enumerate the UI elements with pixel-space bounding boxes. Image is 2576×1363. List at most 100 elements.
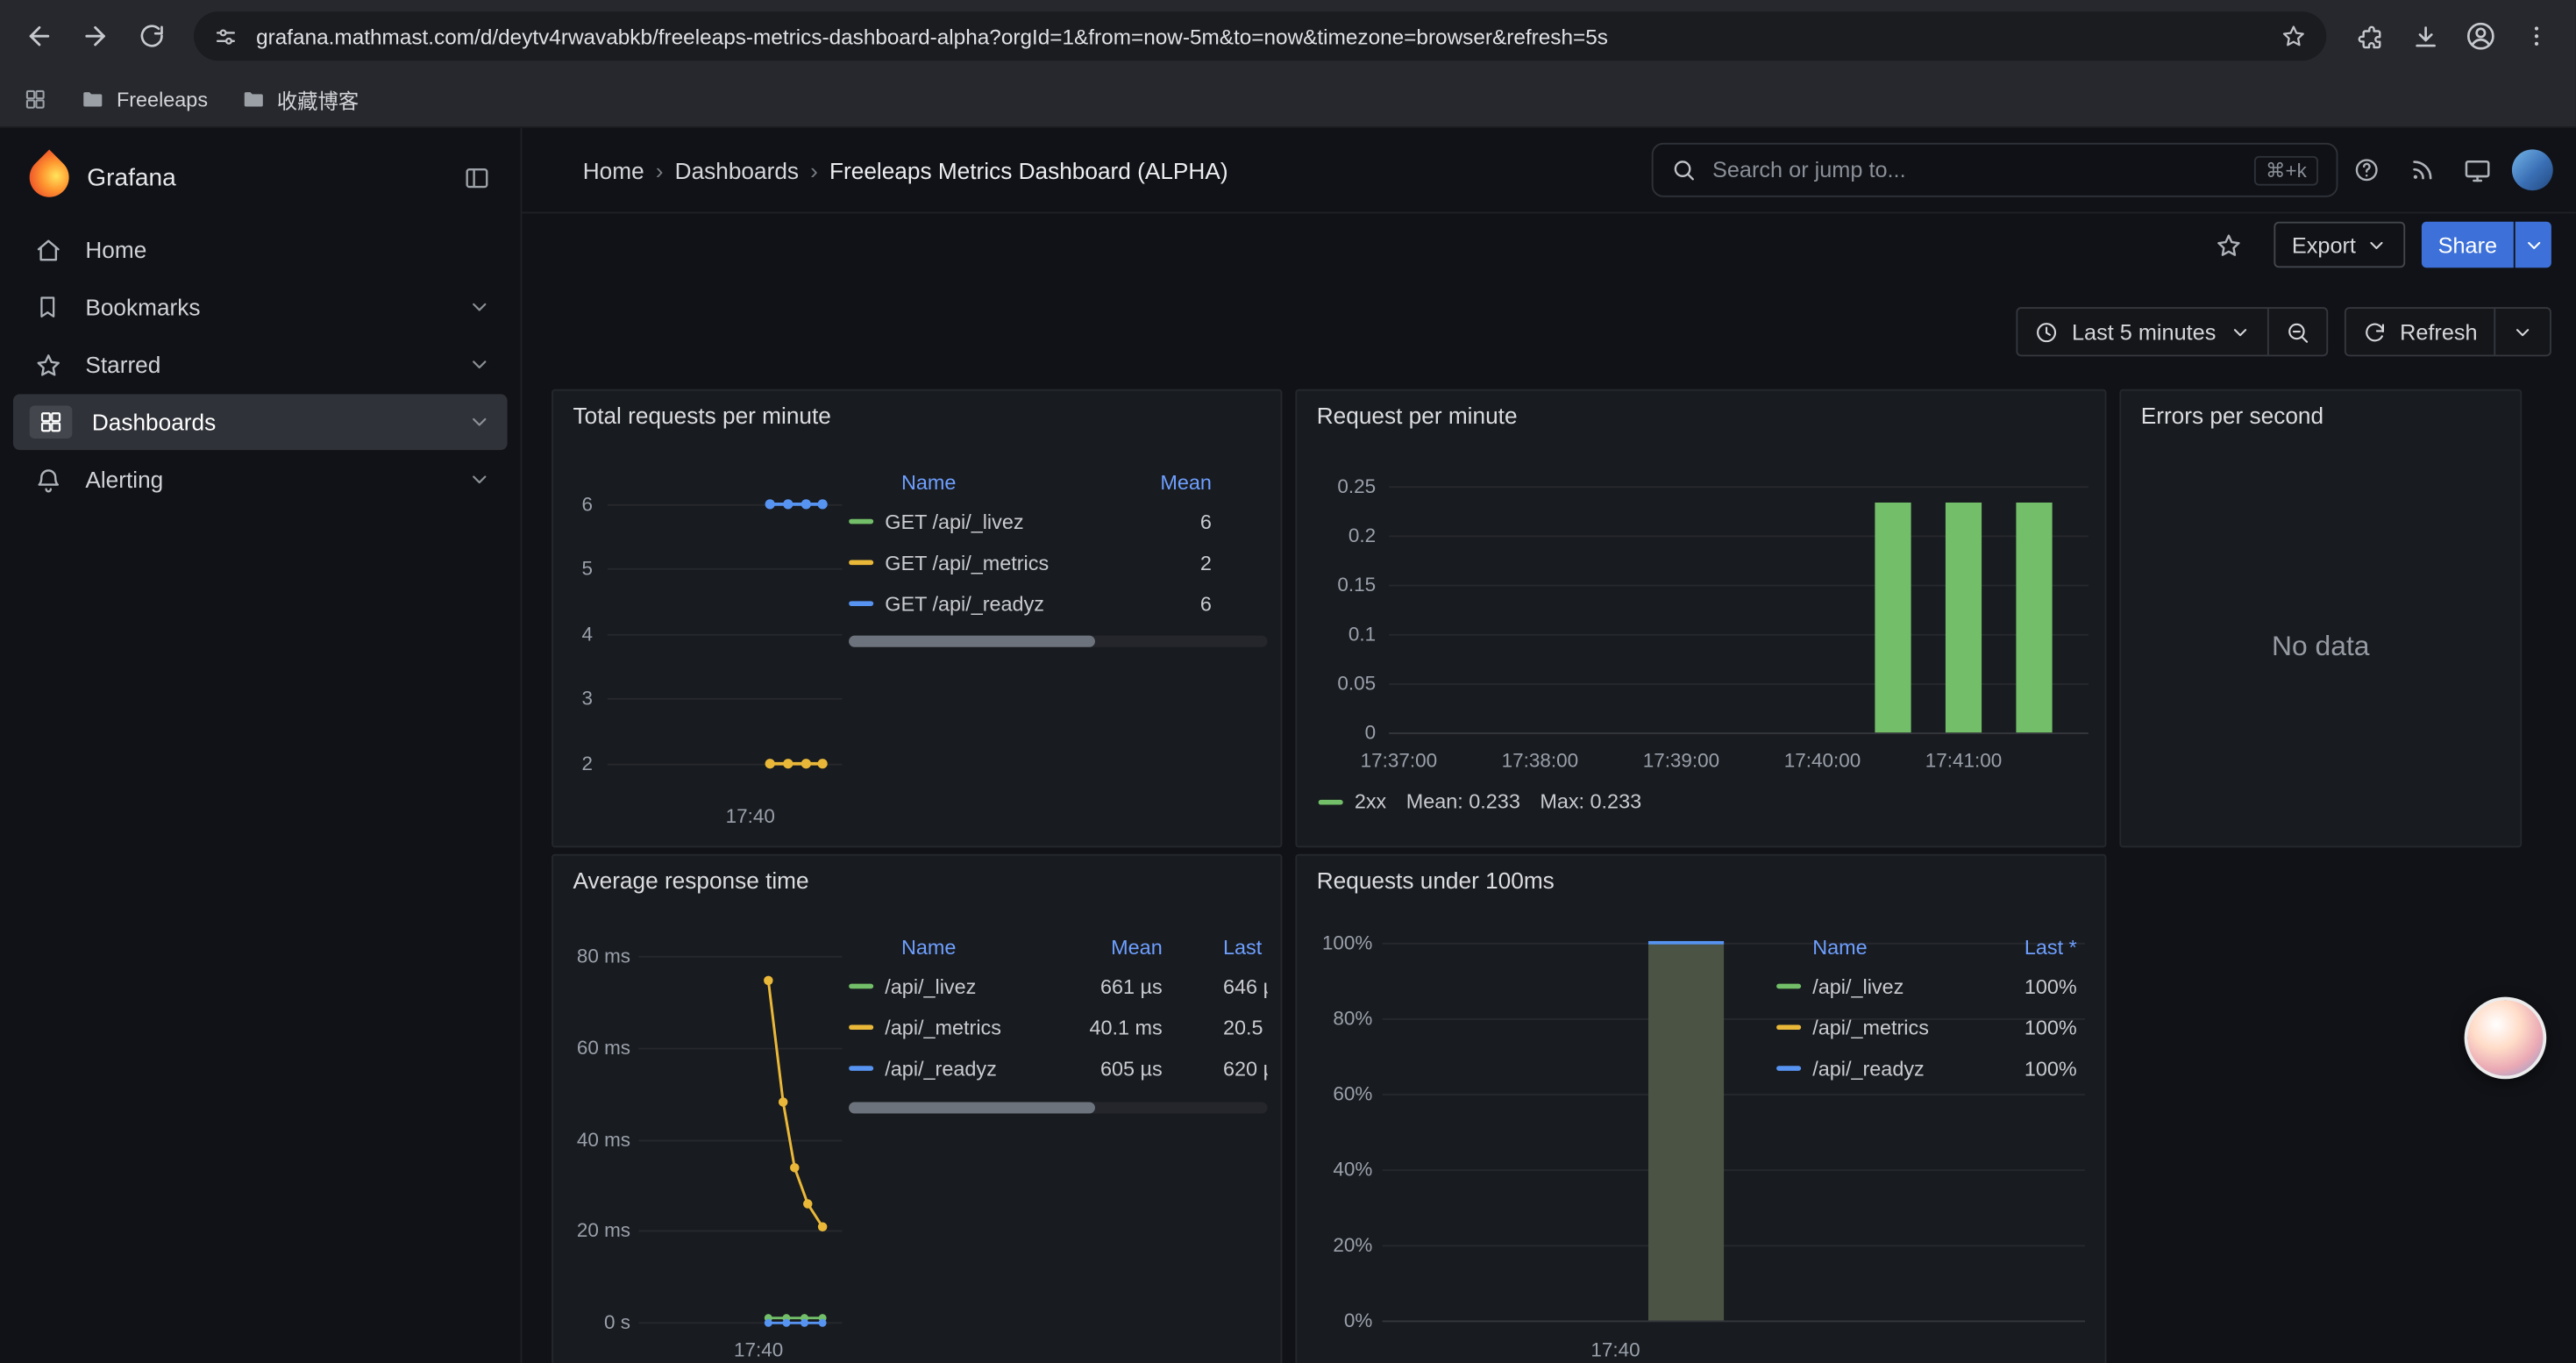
downloads-icon[interactable] bbox=[2399, 10, 2451, 62]
bookmark-item[interactable]: Freeleaps bbox=[81, 87, 208, 111]
export-button[interactable]: Export bbox=[2274, 222, 2405, 268]
series-last: 646 µs bbox=[1172, 974, 1268, 997]
refresh-interval-chevron[interactable] bbox=[2494, 309, 2550, 354]
news-rss-icon[interactable] bbox=[2394, 142, 2450, 198]
series-color-dash bbox=[849, 601, 873, 606]
panel-title[interactable]: Request per minute bbox=[1317, 403, 1518, 429]
y-tick: 60% bbox=[1300, 1082, 1372, 1105]
x-tick: 17:40 bbox=[1558, 1338, 1673, 1361]
series-max: Max: 0.233 bbox=[1540, 790, 1641, 813]
x-axis-line bbox=[1383, 1320, 2085, 1322]
refresh-button[interactable]: Refresh bbox=[2345, 309, 2494, 354]
x-axis-line bbox=[1389, 732, 2089, 734]
bookmark-item[interactable]: 收藏博客 bbox=[240, 83, 359, 115]
search-box[interactable]: ⌘+k bbox=[1652, 143, 2338, 197]
series-name[interactable]: /api/_readyz bbox=[885, 1057, 997, 1080]
chevron-down-icon[interactable] bbox=[468, 468, 491, 491]
zoom-out-button[interactable] bbox=[2266, 309, 2325, 354]
sidebar: Grafana Home Bookmarks bbox=[0, 128, 522, 1363]
browser-menu-icon[interactable] bbox=[2510, 10, 2563, 62]
legend-col-name[interactable]: Name bbox=[1776, 936, 1974, 959]
legend-table: Name Last * /api/_livez 100% /api/_metri… bbox=[1776, 930, 2085, 1089]
series-color-dash bbox=[849, 1024, 873, 1030]
share-split-button: Share bbox=[2422, 222, 2551, 268]
grafana-logo[interactable] bbox=[21, 149, 77, 205]
breadcrumb-dashboards[interactable]: Dashboards bbox=[675, 157, 799, 183]
zoom-out-icon bbox=[2285, 319, 2309, 344]
chevron-down-icon[interactable] bbox=[468, 353, 491, 376]
breadcrumb-home[interactable]: Home bbox=[583, 157, 644, 183]
legend-col-last[interactable]: Last * bbox=[1172, 936, 1268, 959]
gridline bbox=[608, 698, 843, 700]
panel-title[interactable]: Total requests per minute bbox=[573, 403, 831, 429]
legend-row: /api/_livez 100% bbox=[1776, 966, 2085, 1007]
series-color-dash bbox=[849, 560, 873, 566]
series-name[interactable]: GET /api/_metrics bbox=[885, 551, 1049, 574]
home-icon bbox=[30, 236, 66, 264]
profile-avatar-icon[interactable] bbox=[2454, 10, 2507, 62]
series-name[interactable]: /api/_metrics bbox=[885, 1016, 1001, 1038]
chevron-down-icon bbox=[2523, 234, 2544, 255]
panel-title[interactable]: Requests under 100ms bbox=[1317, 867, 1555, 894]
back-icon[interactable] bbox=[13, 10, 66, 62]
share-menu-chevron[interactable] bbox=[2516, 222, 2551, 268]
panel-title[interactable]: Errors per second bbox=[2141, 403, 2323, 429]
series-mean: 6 bbox=[1121, 510, 1212, 532]
series-name[interactable]: /api/_readyz bbox=[1812, 1057, 1925, 1080]
dashboard-actions: Export Share bbox=[522, 213, 2575, 275]
url-bar[interactable] bbox=[194, 11, 2326, 61]
legend-scrollbar-thumb[interactable] bbox=[849, 636, 1095, 647]
x-tick: 17:40:00 bbox=[1765, 749, 1880, 772]
collapse-sidebar-icon[interactable] bbox=[463, 163, 491, 191]
refresh-group: Refresh bbox=[2344, 307, 2551, 356]
help-icon[interactable] bbox=[2338, 142, 2394, 198]
favorite-star-icon[interactable] bbox=[2202, 217, 2258, 273]
legend-scrollbar[interactable] bbox=[849, 636, 1267, 647]
monitor-icon[interactable] bbox=[2450, 142, 2506, 198]
percentage-bar bbox=[1648, 943, 1724, 1321]
extensions-icon[interactable] bbox=[2343, 10, 2395, 62]
series-name[interactable]: GET /api/_livez bbox=[885, 510, 1023, 532]
chevron-down-icon bbox=[2512, 321, 2533, 342]
sidebar-item-starred[interactable]: Starred bbox=[13, 337, 508, 393]
url-input[interactable] bbox=[253, 22, 2266, 50]
legend-scrollbar[interactable] bbox=[849, 1102, 1267, 1113]
sidebar-item-dashboards[interactable]: Dashboards bbox=[13, 394, 508, 450]
series-name[interactable]: /api/_livez bbox=[1812, 974, 1904, 997]
legend-col-last[interactable]: Last * bbox=[1983, 936, 2077, 959]
chevron-down-icon[interactable] bbox=[468, 410, 491, 433]
series-name[interactable]: /api/_metrics bbox=[1812, 1016, 1929, 1038]
forward-icon[interactable] bbox=[69, 10, 122, 62]
legend-col-mean[interactable]: Mean bbox=[1085, 936, 1163, 959]
sidebar-item-home[interactable]: Home bbox=[13, 222, 508, 278]
series-name[interactable]: 2xx bbox=[1355, 790, 1386, 813]
time-range-picker[interactable]: Last 5 minutes bbox=[2017, 309, 2266, 354]
series-name[interactable]: GET /api/_readyz bbox=[885, 592, 1044, 615]
series-line bbox=[770, 503, 822, 506]
bookmarks-bar: Freeleaps 收藏博客 bbox=[0, 72, 2576, 128]
bookmark-label[interactable]: Freeleaps bbox=[117, 88, 208, 111]
y-tick: 0.05 bbox=[1313, 672, 1376, 695]
legend-col-mean[interactable]: Mean bbox=[1121, 471, 1212, 494]
x-tick: 17:38:00 bbox=[1483, 749, 1598, 772]
x-tick: 17:39:00 bbox=[1624, 749, 1739, 772]
sidebar-item-alerting[interactable]: Alerting bbox=[13, 452, 508, 508]
legend-scrollbar-thumb[interactable] bbox=[849, 1102, 1095, 1113]
sidebar-item-bookmarks[interactable]: Bookmarks bbox=[13, 279, 508, 335]
search-input[interactable] bbox=[1709, 156, 2241, 184]
legend-table: Name Mean GET /api/_livez 6 GET /api/_me… bbox=[849, 465, 1267, 624]
share-button[interactable]: Share bbox=[2422, 222, 2514, 268]
reload-icon[interactable] bbox=[125, 10, 177, 62]
chevron-down-icon[interactable] bbox=[468, 296, 491, 318]
site-settings-icon[interactable] bbox=[213, 24, 238, 48]
series-point bbox=[818, 759, 828, 768]
legend-col-name[interactable]: Name bbox=[849, 936, 1075, 959]
bookmark-star-icon[interactable] bbox=[2281, 23, 2307, 49]
legend-col-name[interactable]: Name bbox=[849, 471, 1112, 494]
user-avatar[interactable] bbox=[2512, 149, 2553, 190]
series-name[interactable]: /api/_livez bbox=[885, 974, 976, 997]
breadcrumb-separator: › bbox=[810, 157, 818, 183]
floating-assistant-avatar[interactable] bbox=[2465, 997, 2547, 1080]
bookmark-label[interactable]: 收藏博客 bbox=[277, 83, 359, 115]
apps-grid-icon[interactable] bbox=[23, 87, 47, 111]
